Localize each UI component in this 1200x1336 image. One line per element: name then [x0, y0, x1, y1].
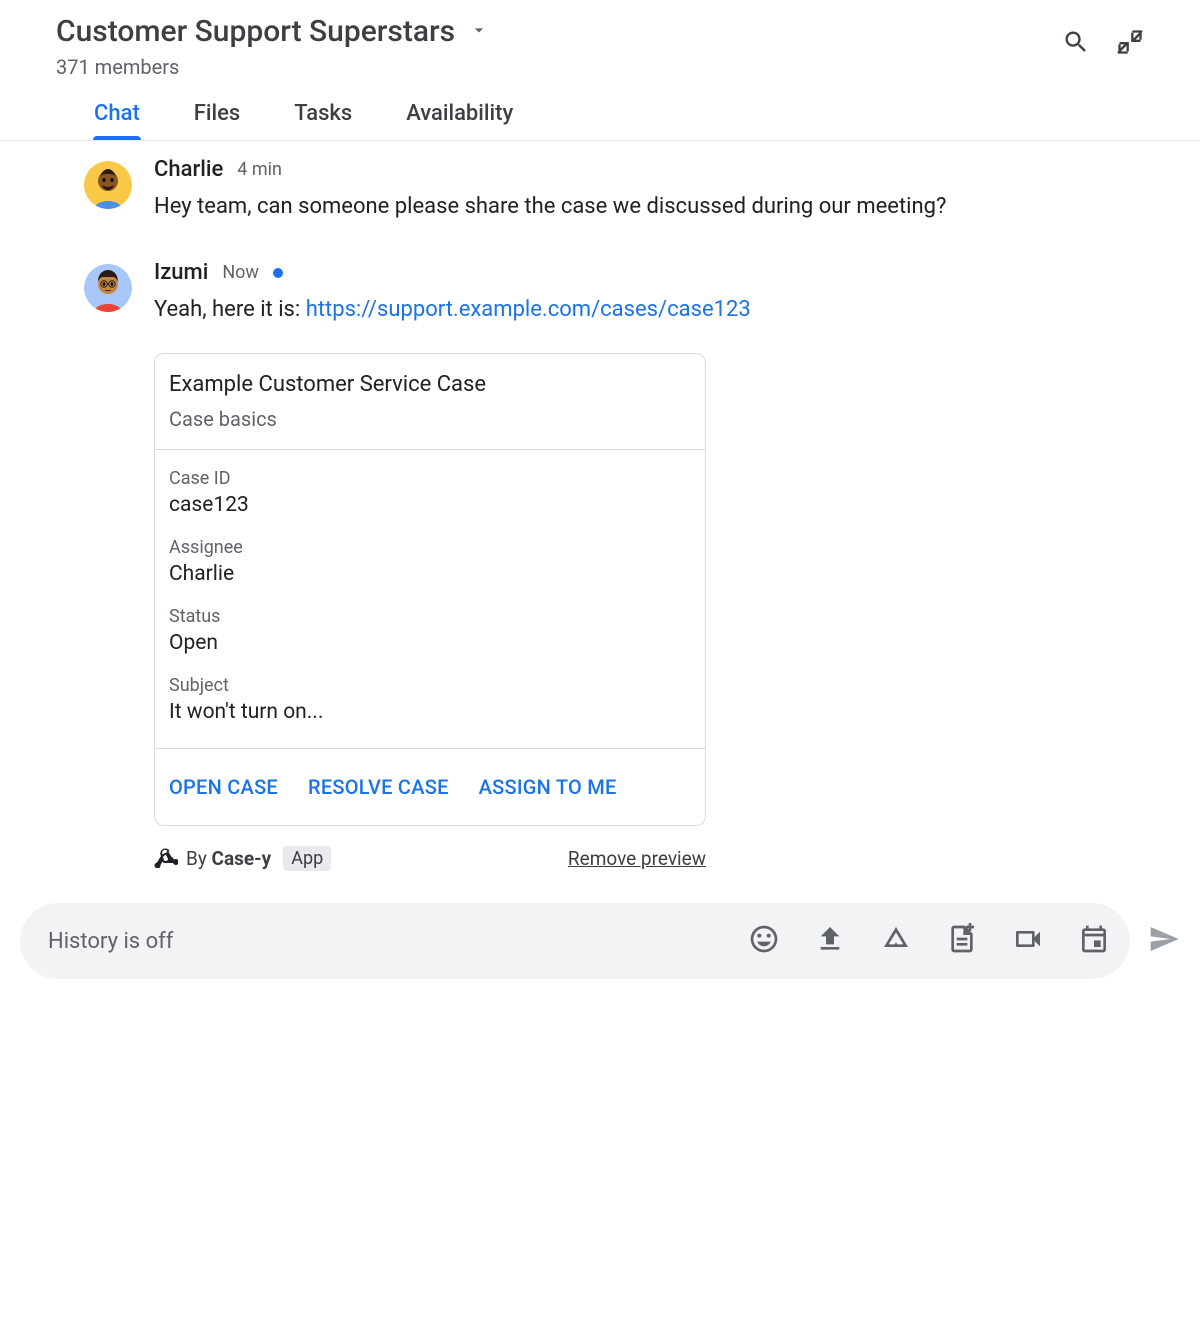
preview-by-text: By Case-y — [186, 847, 271, 870]
tab-files[interactable]: Files — [194, 101, 240, 140]
field-value: Open — [169, 631, 691, 655]
remove-preview-link[interactable]: Remove preview — [568, 847, 706, 870]
link-preview-card: Example Customer Service Case Case basic… — [154, 353, 706, 826]
field-value: Charlie — [169, 562, 691, 586]
create-doc-icon[interactable] — [946, 923, 978, 959]
message-author: Izumi — [154, 260, 208, 285]
card-field: Case ID case123 — [169, 468, 691, 517]
chevron-down-icon[interactable] — [469, 20, 489, 44]
field-value: It won't turn on... — [169, 700, 691, 724]
composer-placeholder: History is off — [48, 929, 724, 954]
assign-to-me-button[interactable]: ASSIGN TO ME — [479, 775, 617, 799]
app-badge: App — [283, 846, 331, 871]
avatar[interactable] — [84, 264, 132, 312]
send-icon[interactable] — [1148, 923, 1180, 959]
avatar[interactable] — [84, 161, 132, 209]
message-text: Hey team, can someone please share the c… — [154, 190, 1034, 224]
preview-meta: By Case-y App Remove preview — [154, 844, 706, 873]
field-value: case123 — [169, 493, 691, 517]
room-title-row[interactable]: Customer Support Superstars — [56, 14, 1062, 49]
tab-tasks[interactable]: Tasks — [294, 101, 352, 140]
member-count: 371 members — [56, 55, 1062, 79]
message-time: Now — [222, 262, 259, 283]
calendar-icon[interactable] — [1078, 923, 1110, 959]
webhook-icon — [154, 844, 178, 873]
status-dot-icon — [273, 268, 283, 278]
resolve-case-button[interactable]: RESOLVE CASE — [308, 775, 449, 799]
message-time: 4 min — [237, 159, 282, 180]
by-prefix: By — [186, 847, 212, 870]
field-label: Subject — [169, 675, 691, 696]
app-name: Case-y — [212, 847, 272, 870]
room-title: Customer Support Superstars — [56, 14, 455, 49]
tab-availability[interactable]: Availability — [406, 101, 513, 140]
card-field: Subject It won't turn on... — [169, 675, 691, 724]
field-label: Assignee — [169, 537, 691, 558]
message: Charlie 4 min Hey team, can someone plea… — [84, 157, 1144, 224]
field-label: Case ID — [169, 468, 691, 489]
emoji-icon[interactable] — [748, 923, 780, 959]
message-composer[interactable]: History is off — [20, 903, 1130, 979]
case-link[interactable]: https://support.example.com/cases/case12… — [306, 297, 751, 322]
message-author: Charlie — [154, 157, 223, 182]
card-field: Assignee Charlie — [169, 537, 691, 586]
message-text-prefix: Yeah, here it is: — [154, 297, 306, 322]
search-icon[interactable] — [1062, 28, 1090, 60]
card-subtitle: Case basics — [169, 407, 691, 431]
tab-chat[interactable]: Chat — [94, 101, 140, 140]
message: Izumi Now Yeah, here it is: https://supp… — [84, 260, 1144, 873]
tab-bar: Chat Files Tasks Availability — [0, 79, 1200, 141]
message-text: Yeah, here it is: https://support.exampl… — [154, 293, 1034, 327]
message-list: Charlie 4 min Hey team, can someone plea… — [0, 141, 1200, 903]
card-field: Status Open — [169, 606, 691, 655]
video-call-icon[interactable] — [1012, 923, 1044, 959]
collapse-icon[interactable] — [1116, 28, 1144, 60]
open-case-button[interactable]: OPEN CASE — [169, 775, 278, 799]
drive-icon[interactable] — [880, 923, 912, 959]
field-label: Status — [169, 606, 691, 627]
upload-icon[interactable] — [814, 923, 846, 959]
card-title: Example Customer Service Case — [169, 372, 691, 397]
